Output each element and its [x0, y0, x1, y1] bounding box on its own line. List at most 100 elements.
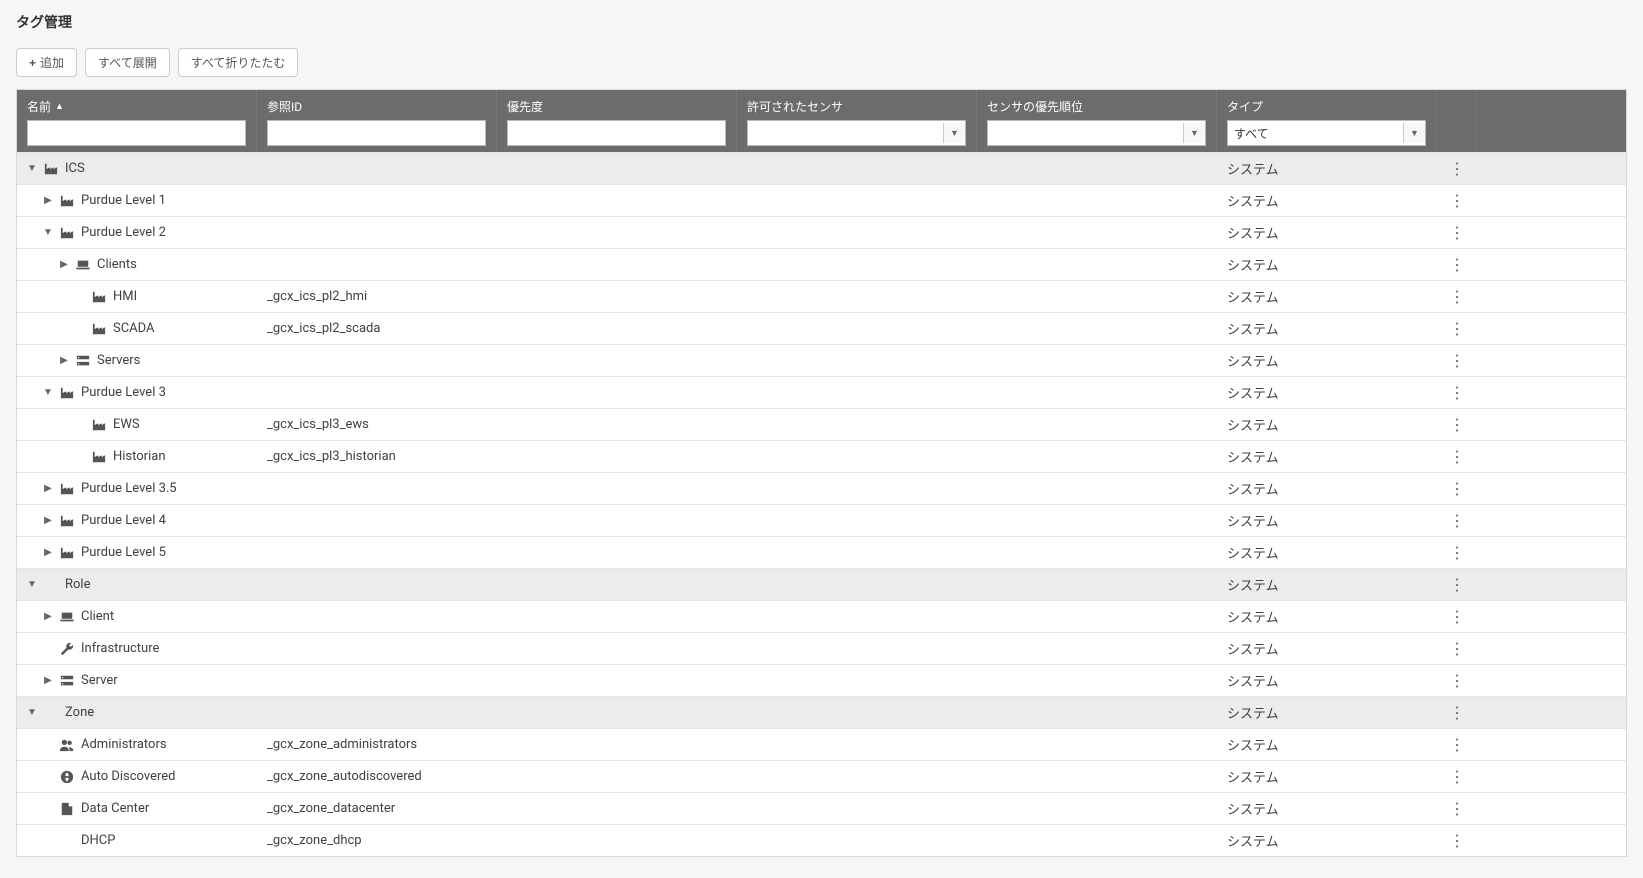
cell-name: ▼Purdue Level 2 [17, 219, 257, 246]
cell-ref-id: _gcx_ics_pl2_scada [257, 315, 497, 342]
cell-allowed-sensors [737, 195, 977, 207]
expand-all-label: すべて展開 [98, 54, 157, 71]
tree-toggle-icon[interactable]: ▼ [43, 227, 53, 238]
tree-toggle-icon[interactable]: ▶ [43, 483, 53, 494]
row-actions-menu[interactable]: ⋮ [1437, 155, 1477, 183]
table-row[interactable]: Infrastructure システム⋮ [17, 632, 1626, 664]
row-actions-menu[interactable]: ⋮ [1437, 571, 1477, 599]
row-actions-menu[interactable]: ⋮ [1437, 219, 1477, 247]
table-row[interactable]: Administrators_gcx_zone_administratorsシス… [17, 728, 1626, 760]
row-actions-menu[interactable]: ⋮ [1437, 315, 1477, 343]
filter-ref-id-input[interactable] [267, 120, 486, 146]
table-row[interactable]: Auto Discovered_gcx_zone_autodiscoveredシ… [17, 760, 1626, 792]
row-actions-menu[interactable]: ⋮ [1437, 667, 1477, 695]
table-row[interactable]: ▼Purdue Level 3システム⋮ [17, 376, 1626, 408]
filter-type-select[interactable]: すべて ▼ [1227, 120, 1426, 146]
expand-all-button[interactable]: すべて展開 [85, 48, 170, 77]
row-actions-menu[interactable]: ⋮ [1437, 475, 1477, 503]
factory-icon [59, 514, 75, 528]
table-row[interactable]: ▶Purdue Level 1 システム⋮ [17, 184, 1626, 216]
col-sensor-priority[interactable]: センサの優先順位 ▼ [977, 90, 1217, 152]
cell-type: システム [1217, 633, 1437, 664]
tree-toggle-icon[interactable]: ▼ [43, 387, 53, 398]
cell-name: ▶Purdue Level 1 [17, 187, 257, 214]
row-actions-menu[interactable]: ⋮ [1437, 379, 1477, 407]
col-allowed-sensors[interactable]: 許可されたセンサ ▼ [737, 90, 977, 152]
row-actions-menu[interactable]: ⋮ [1437, 283, 1477, 311]
table-row[interactable]: ▼ICSシステム⋮ [17, 152, 1626, 184]
row-actions-menu[interactable]: ⋮ [1437, 187, 1477, 215]
row-actions-menu[interactable]: ⋮ [1437, 699, 1477, 727]
row-actions-menu[interactable]: ⋮ [1437, 795, 1477, 823]
tree-toggle-icon[interactable]: ▶ [43, 611, 53, 622]
table-row[interactable]: ▶Serversシステム⋮ [17, 344, 1626, 376]
table-row[interactable]: SCADA_gcx_ics_pl2_scadaシステム⋮ [17, 312, 1626, 344]
row-actions-menu[interactable]: ⋮ [1437, 603, 1477, 631]
tree-toggle-icon[interactable]: ▼ [27, 707, 37, 718]
table-row[interactable]: ▶Purdue Level 4システム⋮ [17, 504, 1626, 536]
row-actions-menu[interactable]: ⋮ [1437, 635, 1477, 663]
servers-icon [59, 674, 75, 688]
tree-toggle-icon[interactable]: ▼ [27, 579, 37, 590]
cell-allowed-sensors [737, 483, 977, 495]
col-actions [1437, 90, 1477, 152]
cell-allowed-sensors [737, 835, 977, 847]
row-actions-menu[interactable]: ⋮ [1437, 251, 1477, 279]
sort-asc-icon: ▲ [55, 101, 64, 112]
tree-toggle-icon[interactable]: ▶ [43, 515, 53, 526]
cell-type: システム [1217, 665, 1437, 696]
col-ref-id[interactable]: 参照ID [257, 90, 497, 152]
tree-toggle-icon[interactable]: ▶ [43, 547, 53, 558]
row-actions-menu[interactable]: ⋮ [1437, 827, 1477, 855]
tree-toggle-icon[interactable]: ▶ [59, 259, 69, 270]
table-row[interactable]: ▶Purdue Level 3.5システム⋮ [17, 472, 1626, 504]
row-actions-menu[interactable]: ⋮ [1437, 411, 1477, 439]
cell-allowed-sensors [737, 227, 977, 239]
cell-ref-id [257, 675, 497, 687]
cell-type: システム [1217, 185, 1437, 216]
col-priority-label: 優先度 [507, 98, 543, 115]
col-type[interactable]: タイプ すべて ▼ [1217, 90, 1437, 152]
cell-type: システム [1217, 473, 1437, 504]
row-actions-menu[interactable]: ⋮ [1437, 539, 1477, 567]
cell-name: Infrastructure [17, 635, 257, 662]
table-row[interactable]: Historian_gcx_ics_pl3_historianシステム⋮ [17, 440, 1626, 472]
cell-name: SCADA [17, 315, 257, 342]
tree-toggle-icon[interactable]: ▶ [43, 675, 53, 686]
collapse-all-button[interactable]: すべて折りたたむ [178, 48, 299, 77]
col-name[interactable]: 名前 ▲ [17, 90, 257, 152]
tree-toggle-icon[interactable]: ▶ [43, 195, 53, 206]
table-row[interactable]: ▶Purdue Level 5システム⋮ [17, 536, 1626, 568]
cell-type: システム [1217, 441, 1437, 472]
table-row[interactable]: DHCP_gcx_zone_dhcpシステム⋮ [17, 824, 1626, 856]
tree-toggle-icon[interactable]: ▼ [27, 163, 37, 174]
table-row[interactable]: ▼Roleシステム⋮ [17, 568, 1626, 600]
cell-allowed-sensors [737, 547, 977, 559]
add-button[interactable]: + 追加 [16, 48, 77, 77]
row-actions-menu[interactable]: ⋮ [1437, 507, 1477, 535]
table-row[interactable]: ▼Zoneシステム⋮ [17, 696, 1626, 728]
col-priority[interactable]: 優先度 [497, 90, 737, 152]
table-row[interactable]: ▼Purdue Level 2システム⋮ [17, 216, 1626, 248]
filter-allowed-sensors-select[interactable]: ▼ [747, 120, 966, 146]
cell-sensor-priority [977, 547, 1217, 559]
table-row[interactable]: Data Center_gcx_zone_datacenterシステム⋮ [17, 792, 1626, 824]
row-actions-menu[interactable]: ⋮ [1437, 347, 1477, 375]
factory-icon [91, 322, 107, 336]
filter-sensor-priority-select[interactable]: ▼ [987, 120, 1206, 146]
table-row[interactable]: ▶Serverシステム⋮ [17, 664, 1626, 696]
tree-toggle-icon[interactable]: ▶ [59, 355, 69, 366]
row-actions-menu[interactable]: ⋮ [1437, 731, 1477, 759]
chevron-down-icon: ▼ [1190, 128, 1199, 139]
cell-ref-id [257, 611, 497, 623]
filter-name-input[interactable] [27, 120, 246, 146]
table-row[interactable]: ▶Clientシステム⋮ [17, 600, 1626, 632]
table-row[interactable]: HMI_gcx_ics_pl2_hmiシステム⋮ [17, 280, 1626, 312]
row-actions-menu[interactable]: ⋮ [1437, 763, 1477, 791]
table-row[interactable]: ▶Clientsシステム⋮ [17, 248, 1626, 280]
filter-priority-input[interactable] [507, 120, 726, 146]
collapse-all-label: すべて折りたたむ [191, 54, 286, 71]
row-name-label: DHCP [81, 833, 115, 848]
row-actions-menu[interactable]: ⋮ [1437, 443, 1477, 471]
table-row[interactable]: EWS_gcx_ics_pl3_ewsシステム⋮ [17, 408, 1626, 440]
